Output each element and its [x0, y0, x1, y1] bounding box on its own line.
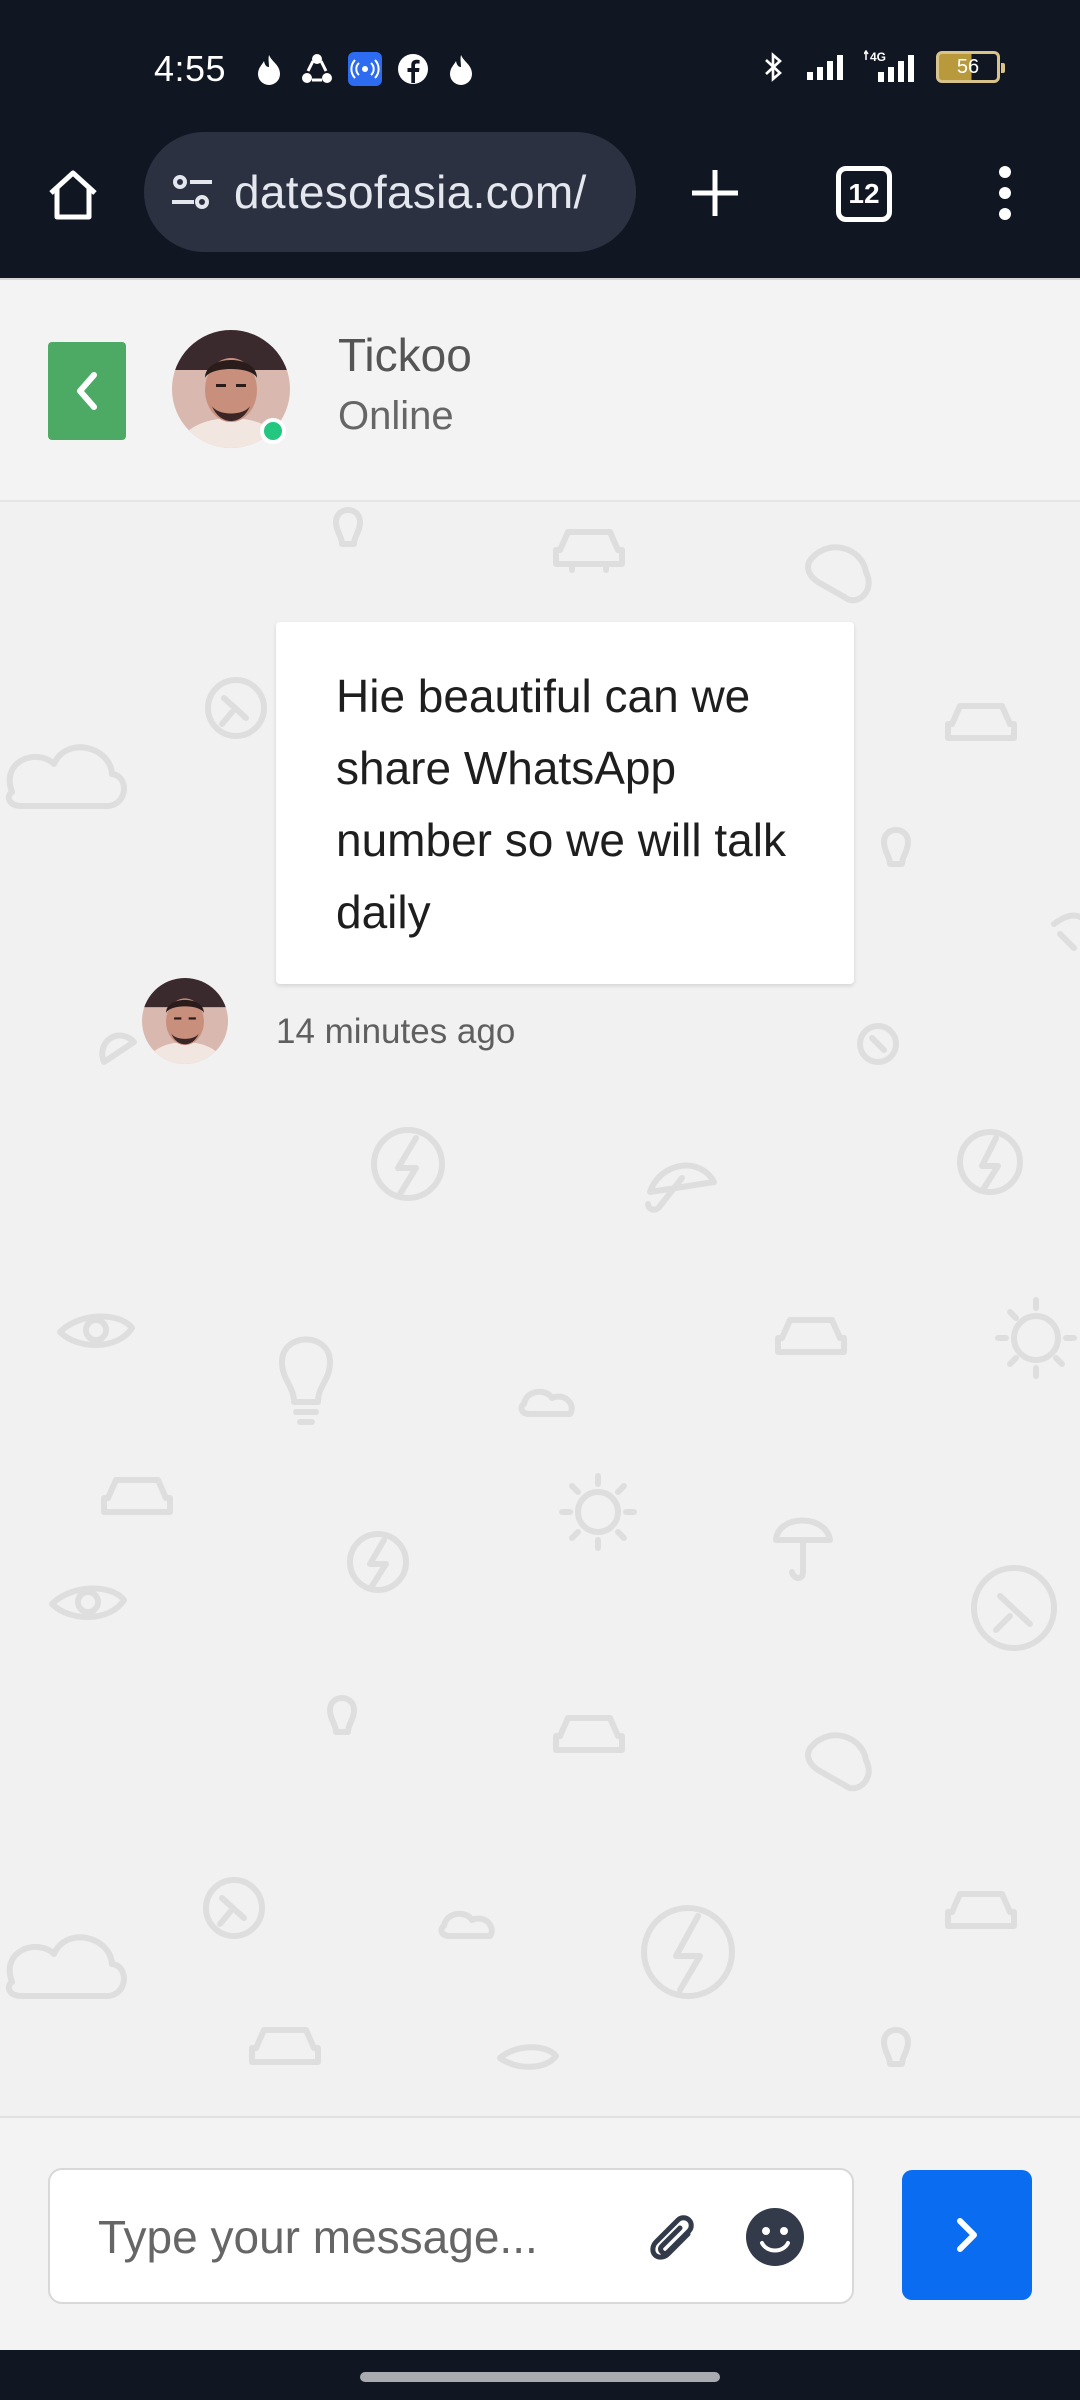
browser-toolbar: datesofasia.com/ 12 — [0, 128, 1080, 278]
address-bar[interactable]: datesofasia.com/ — [144, 132, 636, 252]
paperclip-icon — [650, 2215, 694, 2260]
flame-icon — [444, 52, 478, 86]
dot-icon — [999, 208, 1011, 220]
signal-icon — [804, 50, 850, 84]
tab-switcher-button[interactable]: 12 — [836, 166, 892, 222]
send-button[interactable] — [902, 2170, 1032, 2300]
battery-level: 56 — [956, 55, 980, 78]
site-settings-icon[interactable] — [166, 166, 218, 218]
dot-icon — [999, 187, 1011, 199]
system-icons: 4G 56 — [756, 50, 1005, 84]
message-timestamp: 14 minutes ago — [276, 1012, 516, 1051]
contact-status: Online — [338, 394, 454, 438]
status-time: 4:55 — [154, 48, 227, 89]
svg-text:4G: 4G — [870, 50, 886, 64]
contact-name[interactable]: Tickoo — [338, 328, 472, 382]
sender-avatar — [142, 978, 228, 1064]
chevron-right-icon — [957, 2218, 977, 2252]
attach-button[interactable] — [640, 2206, 704, 2270]
flame-icon — [252, 52, 286, 86]
chevron-left-icon — [77, 372, 97, 410]
navigation-bar — [0, 2350, 1080, 2400]
bluetooth-icon — [756, 50, 790, 84]
emoji-button[interactable] — [742, 2204, 808, 2270]
notification-icons — [252, 52, 478, 86]
tab-count: 12 — [848, 178, 880, 209]
recycle-icon — [300, 52, 334, 86]
new-tab-button[interactable] — [680, 158, 750, 228]
message-input[interactable] — [98, 2204, 628, 2270]
more-menu-button[interactable] — [980, 158, 1030, 228]
chat-header: Tickoo Online — [0, 278, 1080, 502]
message-composer — [0, 2116, 1080, 2350]
status-bar: 4:55 4G 56 — [0, 0, 1080, 128]
home-button[interactable] — [38, 160, 108, 230]
smiley-icon — [746, 2208, 804, 2266]
url-text: datesofasia.com/ — [234, 166, 587, 218]
plus-icon — [692, 170, 738, 216]
dot-icon — [999, 166, 1011, 178]
facebook-icon — [396, 52, 430, 86]
message-input-box — [48, 2168, 854, 2304]
hotspot-icon — [348, 52, 382, 86]
home-icon — [49, 170, 97, 220]
battery-icon: 56 — [936, 51, 1005, 83]
chat-messages-area[interactable]: Hie beautiful can we share WhatsApp numb… — [0, 502, 1080, 2116]
message-bubble[interactable]: Hie beautiful can we share WhatsApp numb… — [276, 622, 854, 984]
4g-signal-icon: 4G — [864, 50, 922, 84]
online-status-dot — [260, 418, 286, 444]
gesture-handle[interactable] — [360, 2372, 720, 2382]
back-button[interactable] — [48, 342, 126, 440]
